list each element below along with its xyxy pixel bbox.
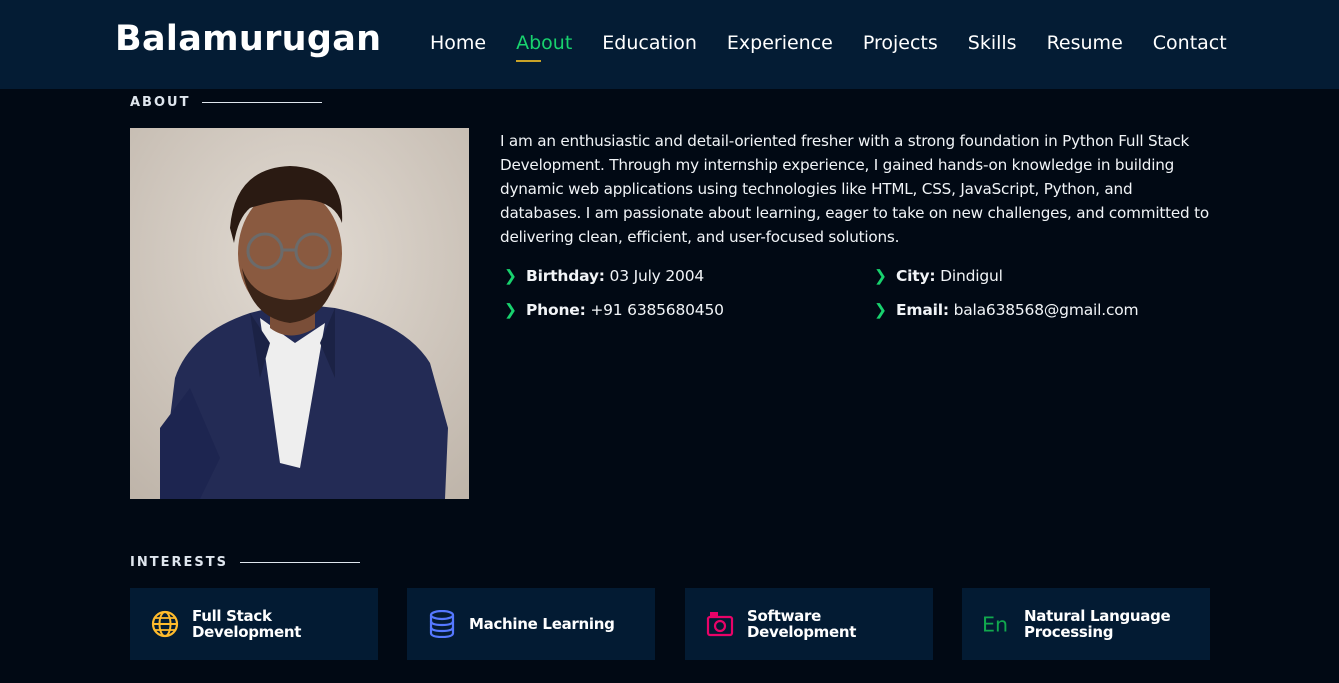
title-divider <box>239 562 360 563</box>
nav-education[interactable]: Education <box>602 30 697 56</box>
about-section-title: ABOUT <box>130 95 323 110</box>
about-title-text: ABOUT <box>130 95 191 110</box>
language-icon: En <box>982 609 1012 639</box>
interest-label: Natural Language Processing <box>1024 608 1171 641</box>
nav-resume[interactable]: Resume <box>1047 30 1123 56</box>
interest-label: Full Stack Development <box>192 608 301 640</box>
interest-line2: Development <box>192 623 302 641</box>
site-header: Balamurugan Home About Education Experie… <box>0 0 1339 89</box>
chevron-right-icon: ❯ <box>504 267 517 285</box>
interest-line2: Processing <box>1024 623 1114 641</box>
detail-birthday: ❯ Birthday: 03 July 2004 <box>504 264 704 288</box>
chevron-right-icon: ❯ <box>874 301 887 319</box>
interest-card-machine-learning[interactable]: Machine Learning <box>407 588 655 660</box>
svg-text:En: En <box>982 613 1008 637</box>
email-value[interactable]: bala638568@gmail.com <box>954 301 1139 319</box>
chevron-right-icon: ❯ <box>504 301 517 319</box>
interest-line2: Development <box>747 623 857 641</box>
main-nav: Home About Education Experience Projects… <box>430 30 1257 62</box>
about-description: I am an enthusiastic and detail-oriented… <box>500 132 1209 246</box>
interest-label: Software Development <box>747 608 856 640</box>
interest-card-full-stack[interactable]: Full Stack Development <box>130 588 378 660</box>
interests-section-title: INTERESTS <box>130 555 360 570</box>
city-label: City: <box>896 267 936 285</box>
email-label: Email: <box>896 301 949 319</box>
nav-contact[interactable]: Contact <box>1153 30 1227 56</box>
chevron-right-icon: ❯ <box>874 267 887 285</box>
interest-card-software-dev[interactable]: Software Development <box>685 588 933 660</box>
interest-card-nlp[interactable]: En Natural Language Processing <box>962 588 1210 660</box>
interests-title-text: INTERESTS <box>130 555 228 570</box>
interest-label: Machine Learning <box>469 616 615 632</box>
detail-city: ❯ City: Dindigul <box>874 264 1003 288</box>
profile-photo <box>130 128 469 499</box>
city-value: Dindigul <box>940 267 1003 285</box>
phone-label: Phone: <box>526 301 586 319</box>
birthday-value: 03 July 2004 <box>609 267 705 285</box>
database-icon <box>427 609 457 639</box>
camera-icon <box>705 609 735 639</box>
title-divider <box>202 102 323 103</box>
nav-projects[interactable]: Projects <box>863 30 938 56</box>
site-brand[interactable]: Balamurugan <box>115 16 381 62</box>
nav-experience[interactable]: Experience <box>727 30 833 56</box>
interest-line1: Machine Learning <box>469 615 615 633</box>
globe-icon <box>150 609 180 639</box>
nav-about[interactable]: About <box>516 30 572 62</box>
nav-skills[interactable]: Skills <box>968 30 1017 56</box>
detail-email: ❯ Email: bala638568@gmail.com <box>874 298 1139 322</box>
detail-phone: ❯ Phone: +91 6385680450 <box>504 298 724 322</box>
birthday-label: Birthday: <box>526 267 605 285</box>
phone-value: +91 6385680450 <box>590 301 724 319</box>
nav-home[interactable]: Home <box>430 30 486 56</box>
